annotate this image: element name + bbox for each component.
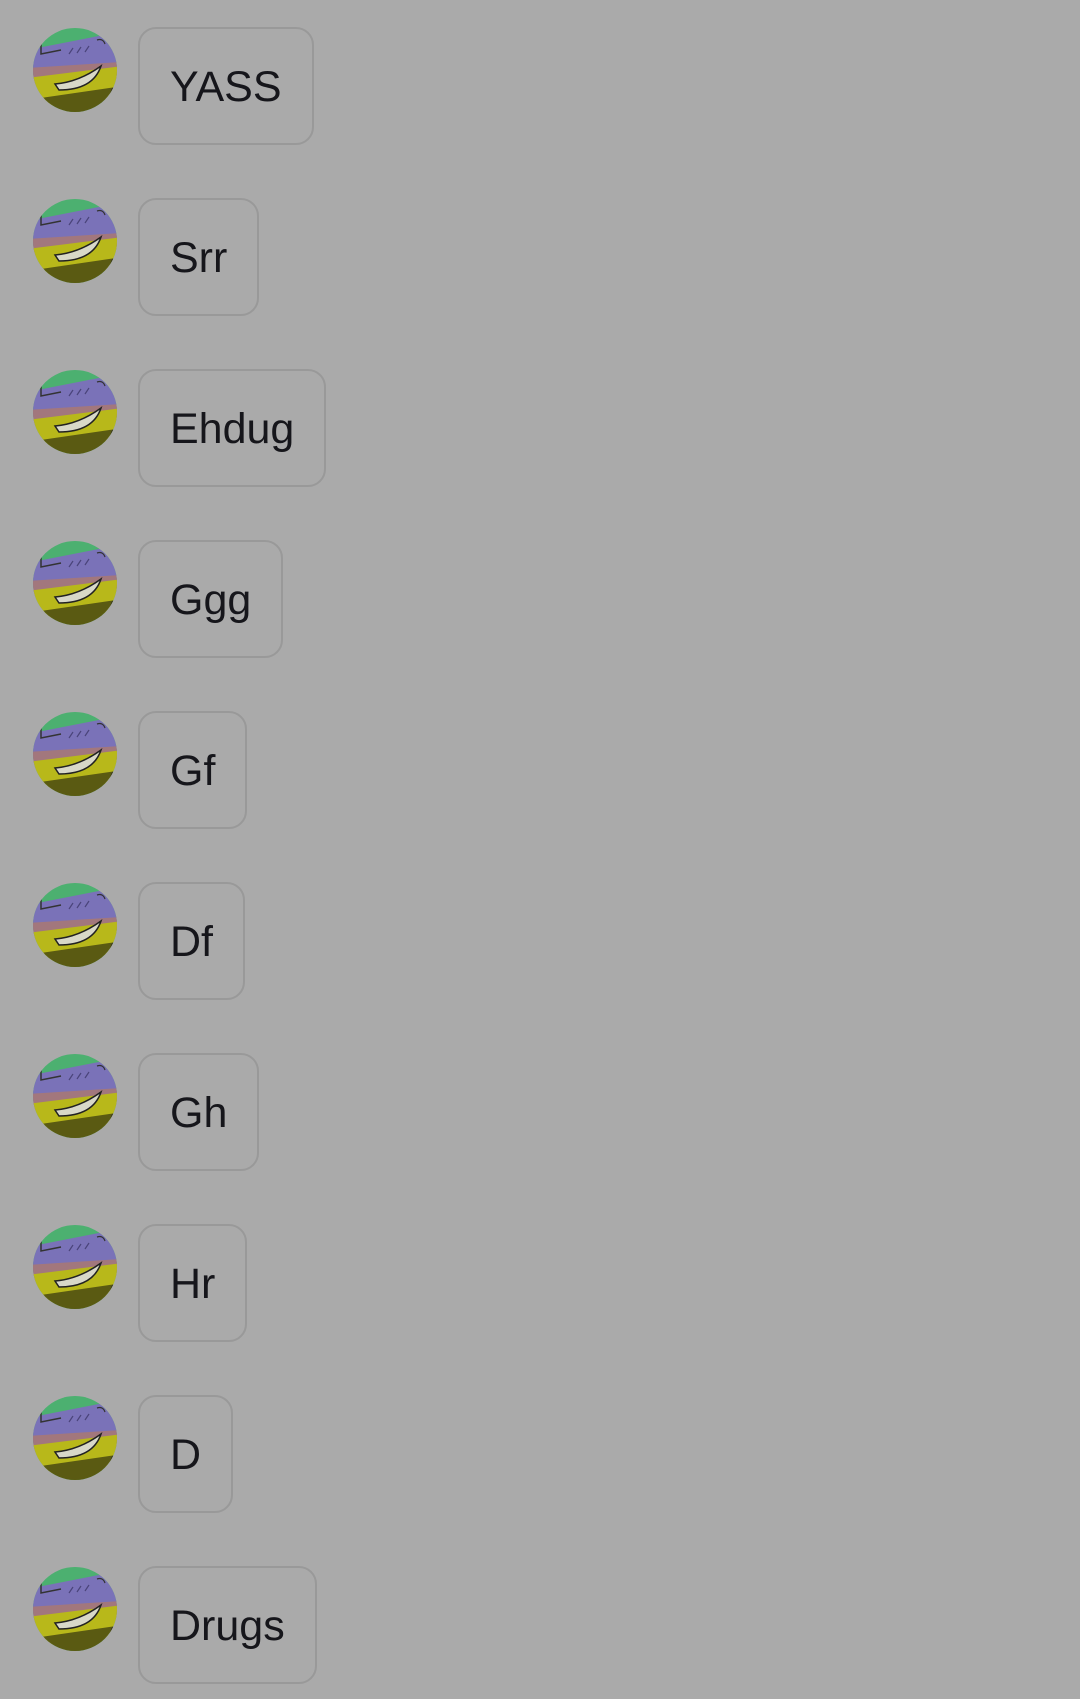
avatar-icon[interactable] bbox=[33, 1225, 117, 1309]
message-text: Ggg bbox=[170, 575, 252, 624]
message-row: Gh bbox=[0, 1053, 1080, 1173]
message-bubble[interactable]: Gh bbox=[138, 1053, 260, 1171]
message-row: D bbox=[0, 1395, 1080, 1515]
avatar-icon[interactable] bbox=[33, 28, 117, 112]
message-bubble[interactable]: Df bbox=[138, 882, 245, 1000]
message-row: Ggg bbox=[0, 540, 1080, 660]
message-row: Df bbox=[0, 882, 1080, 1002]
message-text: Df bbox=[170, 917, 213, 966]
message-text: Drugs bbox=[170, 1601, 285, 1650]
avatar-icon[interactable] bbox=[33, 1396, 117, 1480]
message-text: Hr bbox=[170, 1259, 216, 1308]
message-bubble[interactable]: Srr bbox=[138, 198, 260, 316]
message-row: Ehdug bbox=[0, 369, 1080, 489]
message-bubble[interactable]: YASS bbox=[138, 27, 314, 145]
message-text: Ehdug bbox=[170, 404, 295, 453]
avatar-icon[interactable] bbox=[33, 199, 117, 283]
message-text: Gh bbox=[170, 1088, 228, 1137]
avatar-icon[interactable] bbox=[33, 541, 117, 625]
message-row: Srr bbox=[0, 198, 1080, 318]
message-row: YASS bbox=[0, 27, 1080, 147]
message-bubble[interactable]: Gf bbox=[138, 711, 248, 829]
message-row: Gf bbox=[0, 711, 1080, 831]
message-bubble[interactable]: Hr bbox=[138, 1224, 248, 1342]
message-text: Gf bbox=[170, 746, 216, 795]
message-row: Hr bbox=[0, 1224, 1080, 1344]
message-bubble[interactable]: Ggg bbox=[138, 540, 284, 658]
avatar-icon[interactable] bbox=[33, 370, 117, 454]
message-bubble[interactable]: Drugs bbox=[138, 1566, 317, 1684]
message-bubble[interactable]: Ehdug bbox=[138, 369, 327, 487]
avatar-icon[interactable] bbox=[33, 883, 117, 967]
avatar-icon[interactable] bbox=[33, 1567, 117, 1651]
avatar-icon[interactable] bbox=[33, 712, 117, 796]
avatar-icon[interactable] bbox=[33, 1054, 117, 1138]
message-bubble[interactable]: D bbox=[138, 1395, 234, 1513]
message-list: YASS Srr Ehdug Ggg Gf Df Gh Hr D Drugs bbox=[0, 0, 1080, 1699]
message-text: D bbox=[170, 1430, 202, 1479]
message-text: Srr bbox=[170, 233, 228, 282]
message-text: YASS bbox=[170, 62, 282, 111]
message-row: Drugs bbox=[0, 1566, 1080, 1686]
